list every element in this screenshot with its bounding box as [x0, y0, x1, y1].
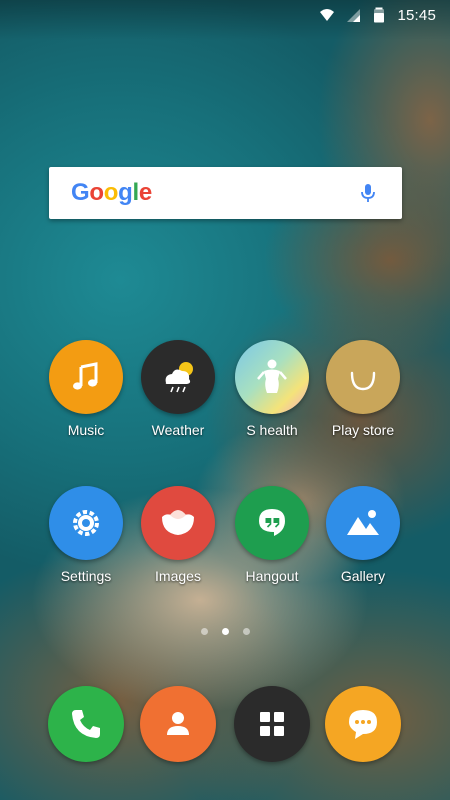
- gallery-icon: [347, 510, 379, 535]
- messages-icon: [349, 710, 377, 739]
- gear-icon: [73, 510, 99, 536]
- battery-icon: [374, 7, 385, 23]
- app-label: Play store: [331, 422, 395, 438]
- status-time: 15:45: [397, 6, 436, 24]
- s-health-icon: [257, 359, 287, 393]
- hangout-icon: [259, 509, 285, 536]
- microphone-icon[interactable]: [356, 181, 380, 205]
- app-label: Images: [155, 568, 201, 584]
- page-dot-active[interactable]: [221, 628, 229, 635]
- app-music[interactable]: Music: [41, 340, 131, 438]
- dock-messages[interactable]: [318, 686, 408, 762]
- page-indicator: [0, 628, 450, 635]
- dock-contacts[interactable]: [133, 686, 223, 762]
- contacts-icon: [167, 712, 189, 735]
- app-drawer-icon: [260, 712, 284, 736]
- page-dot[interactable]: [200, 628, 208, 635]
- app-images[interactable]: Images: [133, 486, 223, 584]
- status-bar: 15:45: [0, 0, 450, 30]
- wifi-icon: [320, 9, 335, 21]
- app-s-health[interactable]: S health: [227, 340, 317, 438]
- app-label: Weather: [151, 422, 205, 438]
- app-label: S health: [246, 422, 298, 438]
- app-label: Settings: [60, 568, 112, 584]
- app-settings[interactable]: Settings: [41, 486, 131, 584]
- music-app-icon[interactable]: [49, 340, 123, 414]
- play-store-app-icon[interactable]: [326, 340, 400, 414]
- play-store-icon: [350, 371, 376, 391]
- weather-app-icon[interactable]: [141, 340, 215, 414]
- app-label: Gallery: [340, 568, 386, 584]
- settings-app-icon[interactable]: [49, 486, 123, 560]
- app-hangout[interactable]: Hangout: [227, 486, 317, 584]
- dock-phone[interactable]: [41, 686, 131, 762]
- images-app-icon[interactable]: [141, 486, 215, 560]
- s-health-app-icon[interactable]: [235, 340, 309, 414]
- music-note-icon: [73, 362, 98, 390]
- app-gallery[interactable]: Gallery: [318, 486, 408, 584]
- app-drawer-button[interactable]: [234, 686, 310, 762]
- contacts-app-icon[interactable]: [140, 686, 216, 762]
- google-search-bar[interactable]: Google: [49, 167, 402, 219]
- app-play-store[interactable]: Play store: [318, 340, 408, 438]
- google-logo: Google: [71, 179, 152, 206]
- app-label: Music: [67, 422, 105, 438]
- weather-icon: [165, 362, 193, 393]
- app-label: Hangout: [245, 568, 299, 584]
- signal-icon: [347, 9, 361, 22]
- phone-icon: [72, 710, 100, 738]
- phone-app-icon[interactable]: [48, 686, 124, 762]
- app-weather[interactable]: Weather: [133, 340, 223, 438]
- gallery-app-icon[interactable]: [326, 486, 400, 560]
- page-dot[interactable]: [242, 628, 250, 635]
- hangout-app-icon[interactable]: [235, 486, 309, 560]
- dock-app-drawer[interactable]: [227, 686, 317, 762]
- messages-app-icon[interactable]: [325, 686, 401, 762]
- images-icon: [162, 510, 194, 535]
